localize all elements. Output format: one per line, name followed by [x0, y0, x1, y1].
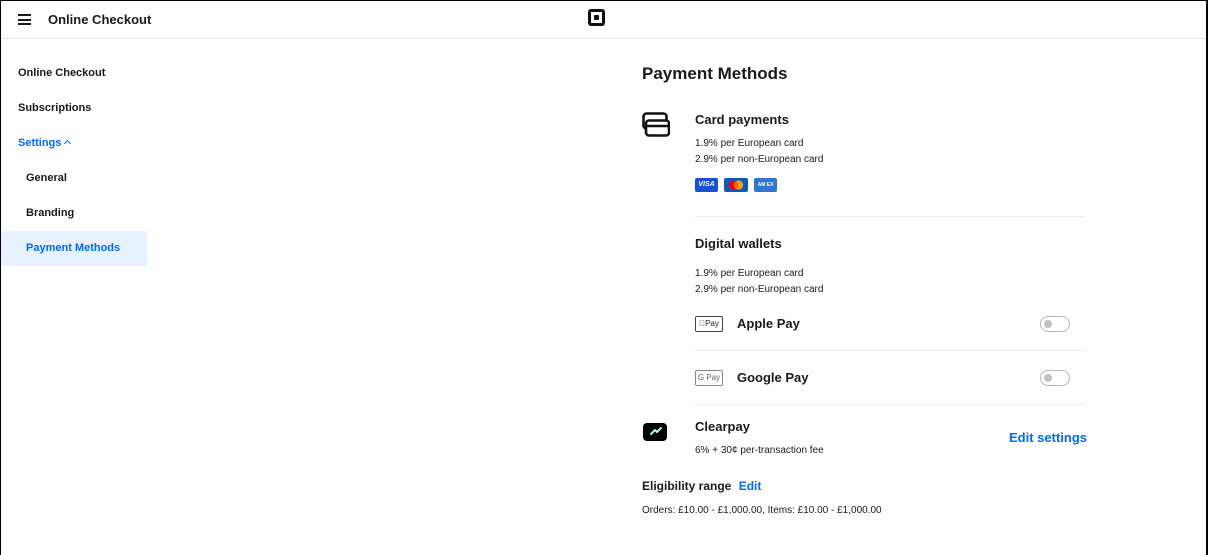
sidebar-item-settings[interactable]: Settings [1, 126, 147, 161]
clearpay-icon [643, 423, 667, 441]
eligibility-range-title: Eligibility range [642, 479, 732, 493]
clearpay-edit-settings-link[interactable]: Edit settings [1009, 430, 1087, 445]
wallet-fee-non-eu: 2.9% per non-European card [695, 284, 824, 295]
apple-pay-label: Apple Pay [737, 316, 800, 331]
sidebar-item-label: Settings [18, 137, 62, 149]
chevron-up-icon [64, 139, 72, 148]
main-content: Payment Methods Card payments 1.9% per E… [642, 64, 1087, 516]
credit-card-icon [642, 112, 670, 137]
google-pay-toggle[interactable] [1040, 370, 1070, 386]
card-fee-eu: 1.9% per European card [695, 138, 804, 149]
card-payments-title: Card payments [695, 112, 789, 127]
apple-pay-toggle[interactable] [1040, 316, 1070, 332]
wallet-fee-eu: 1.9% per European card [695, 268, 804, 279]
visa-icon: VISA [695, 178, 718, 192]
google-pay-label: Google Pay [737, 370, 809, 385]
hamburger-icon[interactable] [18, 14, 31, 25]
eligibility-edit-link[interactable]: Edit [739, 479, 762, 493]
card-fee-non-eu: 2.9% per non-European card [695, 154, 824, 165]
amex-icon: AM EX [754, 178, 777, 192]
apple-pay-logo-label: Pay [702, 319, 719, 328]
sidebar-item-subscriptions[interactable]: Subscriptions [1, 91, 147, 126]
clearpay-fee: 6% + 30¢ per-transaction fee [695, 445, 824, 456]
apple-pay-logo-icon: Pay [695, 316, 723, 332]
sidebar-item-general[interactable]: General [1, 161, 147, 196]
sidebar-item-branding[interactable]: Branding [1, 196, 147, 231]
divider [695, 216, 1084, 217]
divider [695, 404, 1084, 405]
app-title: Online Checkout [48, 12, 152, 27]
google-pay-logo-icon: G Pay [695, 370, 723, 386]
mastercard-icon [724, 178, 748, 192]
eligibility-range-text: Orders: £10.00 - £1,000.00, Items: £10.0… [642, 505, 882, 516]
sidebar-item-online-checkout[interactable]: Online Checkout [1, 56, 147, 91]
square-logo-icon[interactable] [588, 9, 605, 26]
eligibility-range-heading: Eligibility range Edit [642, 479, 761, 493]
sidebar: Online Checkout Subscriptions Settings G… [1, 56, 147, 266]
digital-wallets-title: Digital wallets [695, 236, 782, 251]
page-title: Payment Methods [642, 64, 788, 83]
sidebar-item-payment-methods[interactable]: Payment Methods [1, 231, 147, 266]
top-bar: Online Checkout [1, 1, 1206, 39]
clearpay-title: Clearpay [695, 419, 750, 434]
divider [695, 350, 1084, 351]
